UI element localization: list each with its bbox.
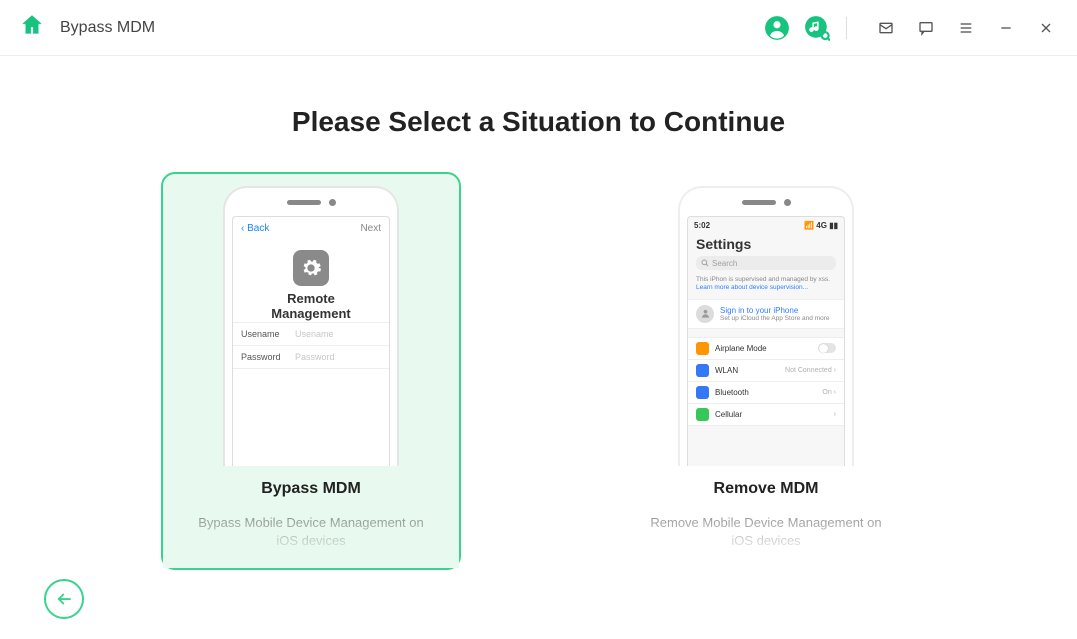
- card-desc: Bypass Mobile Device Management on iOS d…: [163, 514, 459, 550]
- setting-cell: Cellular›: [688, 403, 844, 426]
- close-icon[interactable]: [1033, 15, 1059, 41]
- card-title: Bypass MDM: [261, 480, 361, 498]
- nav-back-label: ‹ Back: [241, 223, 269, 234]
- gear-icon: [293, 250, 329, 286]
- setting-wlan: WLANNot Connected ›: [688, 359, 844, 381]
- phone-mockup-remove: 5:02 📶 4G ▮▮ Settings Search This iPhon …: [678, 186, 854, 466]
- separator: [846, 17, 847, 39]
- heading: Please Select a Situation to Continue: [292, 106, 785, 138]
- back-button[interactable]: [44, 579, 84, 619]
- page-title: Bypass MDM: [60, 19, 155, 37]
- remote-mgmt-title: RemoteManagement: [233, 292, 389, 322]
- minimize-icon[interactable]: [993, 15, 1019, 41]
- card-title: Remove MDM: [714, 480, 819, 498]
- avatar-icon: [696, 305, 714, 323]
- card-remove-mdm[interactable]: 5:02 📶 4G ▮▮ Settings Search This iPhon …: [616, 172, 916, 570]
- card-desc: Remove Mobile Device Management on iOS d…: [618, 514, 914, 550]
- user-icon[interactable]: [764, 15, 790, 41]
- topbar: Bypass MDM: [0, 0, 1077, 56]
- settings-header: Settings: [688, 230, 844, 254]
- menu-icon[interactable]: [953, 15, 979, 41]
- toggle-icon: [818, 343, 836, 353]
- feedback-icon[interactable]: [913, 15, 939, 41]
- phone-mockup-bypass: ‹ Back Next RemoteManagement Usename Use…: [223, 186, 399, 466]
- cards-row: ‹ Back Next RemoteManagement Usename Use…: [161, 172, 916, 570]
- password-field: Password Password: [233, 345, 389, 369]
- mail-icon[interactable]: [873, 15, 899, 41]
- username-field: Usename Usename: [233, 322, 389, 345]
- main-content: Please Select a Situation to Continue ‹ …: [0, 56, 1077, 570]
- supervision-note: This iPhon is supervised and managed by …: [688, 274, 844, 299]
- settings-search: Search: [696, 256, 836, 270]
- music-search-icon[interactable]: [804, 15, 830, 41]
- setting-airplane: Airplane Mode: [688, 337, 844, 359]
- status-row: 5:02 📶 4G ▮▮: [688, 217, 844, 230]
- setting-bt: BluetoothOn ›: [688, 381, 844, 403]
- nav-next-label: Next: [360, 223, 381, 234]
- signin-row: Sign in to your iPhone Set up iCloud the…: [688, 299, 844, 329]
- card-bypass-mdm[interactable]: ‹ Back Next RemoteManagement Usename Use…: [161, 172, 461, 570]
- home-icon[interactable]: [18, 12, 46, 43]
